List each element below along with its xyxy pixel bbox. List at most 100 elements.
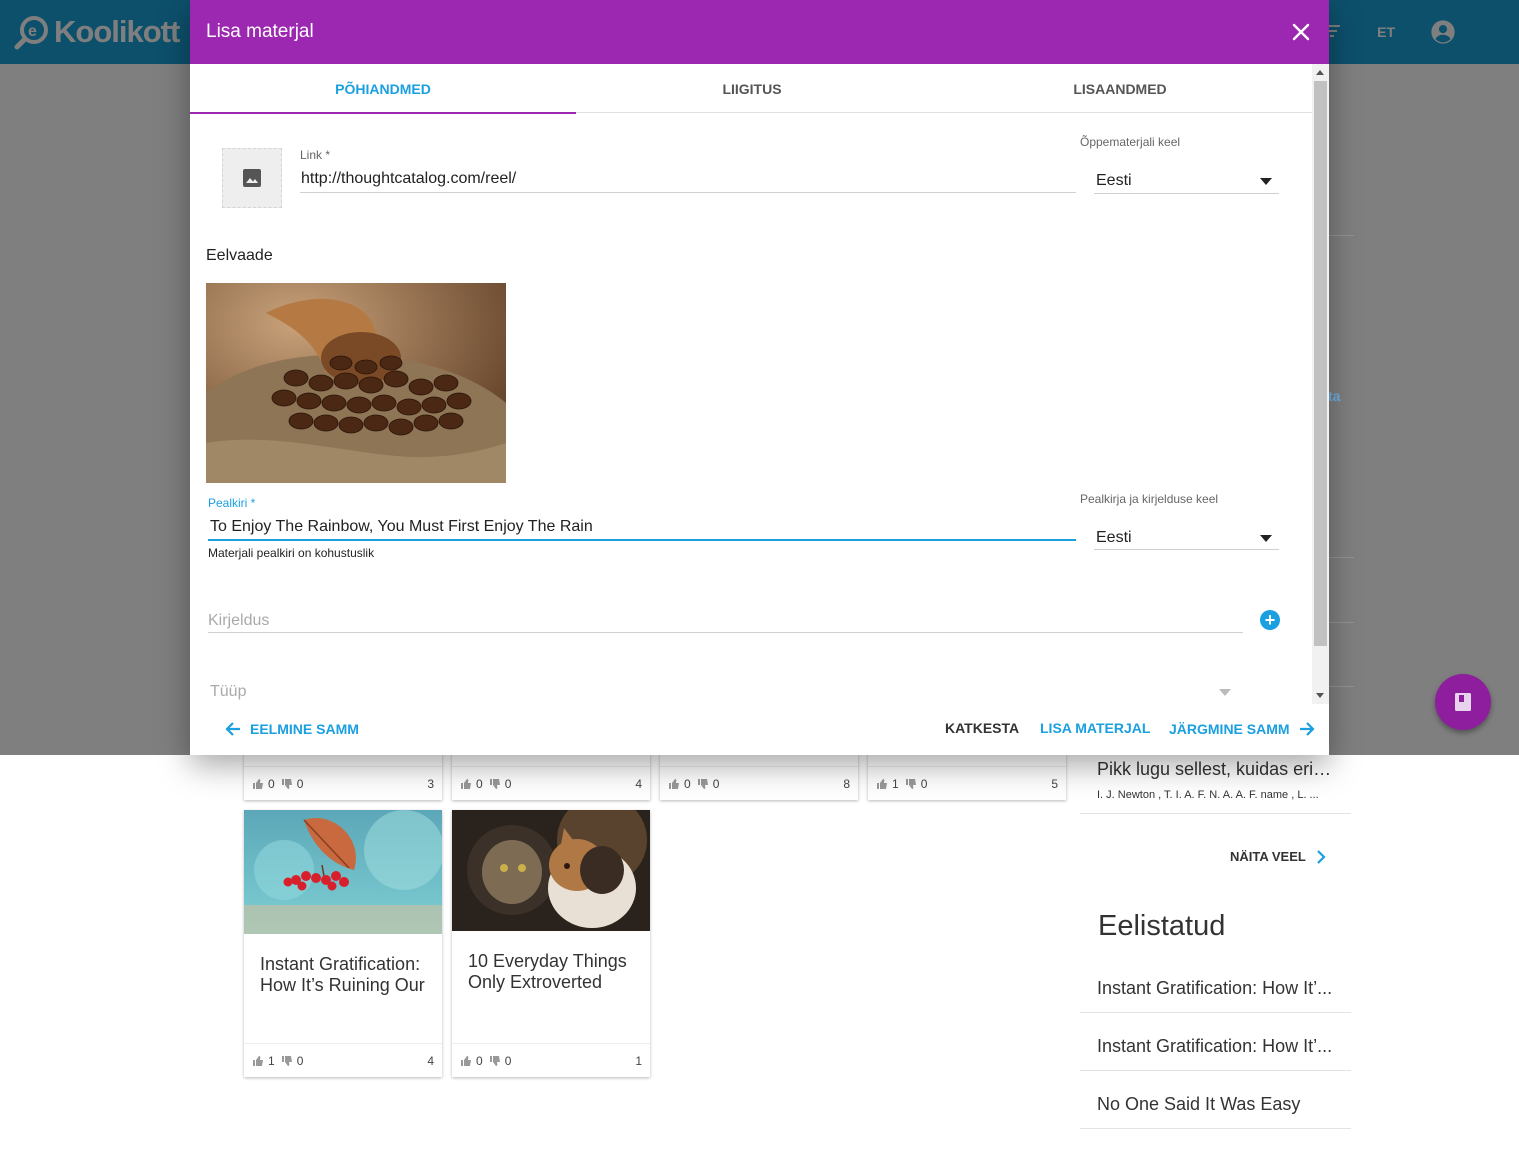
chevron-right-icon bbox=[1317, 849, 1326, 864]
background-divider bbox=[1328, 686, 1354, 687]
thumb-up-icon bbox=[461, 1055, 471, 1066]
thumb-up-icon bbox=[253, 778, 263, 789]
thumbnail-upload[interactable] bbox=[222, 148, 282, 208]
add-material-label: LISA MATERJAL bbox=[1040, 720, 1151, 736]
cancel-button[interactable]: KATKESTA bbox=[945, 720, 1019, 736]
favorite-item-title: No One Said It Was Easy bbox=[1097, 1094, 1301, 1114]
next-step-button[interactable]: JÄRGMINE SAMM bbox=[1169, 720, 1316, 738]
scroll-down-arrow[interactable] bbox=[1316, 693, 1324, 698]
background-divider bbox=[1328, 235, 1354, 236]
thumb-up-icon bbox=[253, 1055, 263, 1066]
dislike-count[interactable]: 0 bbox=[489, 777, 511, 791]
scroll-thumb[interactable] bbox=[1314, 81, 1327, 646]
thumb-down-icon bbox=[489, 1055, 500, 1066]
card-thumbnail-cat bbox=[452, 810, 650, 931]
add-description-language-button[interactable]: + bbox=[1260, 610, 1280, 630]
material-card[interactable]: 10 Everyday Things Only Extroverted 0 0 … bbox=[452, 810, 650, 1077]
card-stats: 1 0 4 bbox=[244, 1043, 442, 1077]
thumb-down-icon bbox=[281, 778, 292, 789]
dislike-count[interactable]: 0 bbox=[281, 777, 303, 791]
like-count[interactable]: 0 bbox=[668, 777, 691, 791]
card-title[interactable]: 10 Everyday Things Only Extroverted bbox=[452, 931, 650, 1039]
view-count: 4 bbox=[630, 777, 642, 791]
thumb-down-icon bbox=[905, 778, 916, 789]
link-underline bbox=[300, 192, 1076, 193]
thumb-down-icon bbox=[697, 778, 708, 789]
preview-image-coffee-beans bbox=[206, 283, 506, 483]
title-language-dropdown-icon[interactable] bbox=[1260, 535, 1272, 542]
tab-pohiandmed[interactable]: PÕHIANDMED bbox=[190, 64, 576, 114]
dislike-count[interactable]: 0 bbox=[905, 777, 927, 791]
thumb-up-icon bbox=[461, 778, 471, 789]
favorite-item-title: Instant Gratification: How It’... bbox=[1097, 1036, 1333, 1056]
description-underline bbox=[208, 632, 1243, 633]
favorite-item[interactable]: Instant Gratification: How It’... bbox=[1080, 1036, 1351, 1071]
material-language-label: Õppematerjali keel bbox=[1080, 135, 1181, 149]
description-input[interactable]: Kirjeldus bbox=[208, 612, 269, 630]
recent-material-item[interactable]: Pikk lugu sellest, kuidas erin... I. J. … bbox=[1080, 757, 1351, 814]
dislike-count[interactable]: 0 bbox=[697, 777, 719, 791]
arrow-right-icon bbox=[1299, 722, 1315, 736]
material-language-select[interactable]: Eesti bbox=[1096, 172, 1132, 190]
show-more-button[interactable]: NÄITA VEEL bbox=[1230, 849, 1326, 864]
view-count: 3 bbox=[422, 777, 434, 791]
image-icon bbox=[243, 169, 261, 187]
favorite-item[interactable]: No One Said It Was Easy bbox=[1080, 1094, 1351, 1129]
favorite-item[interactable]: Instant Gratification: How It’... bbox=[1080, 978, 1351, 1013]
card-title[interactable]: Instant Gratification: How It’s Ruining … bbox=[244, 934, 442, 1042]
material-card[interactable]: Instant Gratification: How It’s Ruining … bbox=[244, 810, 442, 1077]
dislike-count[interactable]: 0 bbox=[281, 1054, 303, 1068]
thumb-up-icon bbox=[877, 778, 887, 789]
show-more-label: NÄITA VEEL bbox=[1230, 849, 1306, 864]
like-count[interactable]: 0 bbox=[252, 777, 275, 791]
type-dropdown-icon[interactable] bbox=[1219, 689, 1231, 696]
dialog-header: Lisa materjal bbox=[190, 0, 1329, 64]
previous-step-label: EELMINE SAMM bbox=[250, 721, 359, 737]
card-stats: 1 0 5 bbox=[868, 766, 1066, 800]
add-material-fab[interactable] bbox=[1435, 674, 1491, 730]
type-select[interactable]: Tüüp bbox=[210, 683, 246, 701]
like-count[interactable]: 1 bbox=[252, 1054, 275, 1068]
background-divider bbox=[1328, 557, 1354, 558]
favorite-item-title: Instant Gratification: How It’... bbox=[1097, 978, 1333, 998]
card-stats: 0 0 4 bbox=[452, 766, 650, 800]
link-input[interactable]: http://thoughtcatalog.com/reel/ bbox=[301, 170, 516, 188]
thumb-up-icon bbox=[669, 778, 679, 789]
background-link-fragment: ta bbox=[1328, 388, 1341, 404]
tab-liigitus[interactable]: LIIGITUS bbox=[576, 64, 928, 113]
view-count: 5 bbox=[1046, 777, 1058, 791]
card-stats: 0 0 8 bbox=[660, 766, 858, 800]
close-icon[interactable] bbox=[1291, 22, 1311, 42]
view-count: 8 bbox=[838, 777, 850, 791]
scroll-up-arrow[interactable] bbox=[1316, 70, 1324, 75]
tab-lisaandmed[interactable]: LISAANDMED bbox=[928, 64, 1312, 113]
add-material-dialog: Lisa materjal PÕHIANDMED LIIGITUS LISAAN… bbox=[190, 0, 1329, 755]
like-count[interactable]: 0 bbox=[460, 1054, 483, 1068]
title-language-label: Pealkirja ja kirjelduse keel bbox=[1080, 492, 1219, 506]
recent-material-authors: I. J. Newton , T. I. A. F. N. A. A. F. n… bbox=[1097, 789, 1319, 801]
thumb-down-icon bbox=[281, 1055, 292, 1066]
material-language-dropdown-icon[interactable] bbox=[1260, 178, 1272, 185]
add-material-button[interactable]: LISA MATERJAL bbox=[1040, 720, 1150, 736]
card-stats: 0 0 1 bbox=[452, 1043, 650, 1077]
cancel-label: KATKESTA bbox=[945, 720, 1020, 736]
title-underline bbox=[208, 539, 1076, 541]
next-step-label: JÄRGMINE SAMM bbox=[1169, 721, 1290, 737]
previous-step-button[interactable]: EELMINE SAMM bbox=[224, 720, 359, 738]
like-count[interactable]: 1 bbox=[876, 777, 899, 791]
title-language-underline bbox=[1094, 549, 1279, 550]
title-input[interactable]: To Enjoy The Rainbow, You Must First Enj… bbox=[210, 518, 593, 536]
link-label: Link * bbox=[300, 148, 331, 162]
arrow-left-icon bbox=[225, 722, 240, 736]
dislike-count[interactable]: 0 bbox=[489, 1054, 511, 1068]
background-divider bbox=[1328, 622, 1354, 623]
like-count[interactable]: 0 bbox=[460, 777, 483, 791]
dialog-title: Lisa materjal bbox=[206, 21, 314, 42]
material-language-underline bbox=[1094, 193, 1279, 194]
title-required-hint: Materjali pealkiri on kohustuslik bbox=[208, 546, 375, 560]
favorites-heading: Eelistatud bbox=[1098, 910, 1226, 942]
dialog-scrollbar[interactable] bbox=[1312, 64, 1329, 704]
card-stats: 0 0 3 bbox=[244, 766, 442, 800]
title-language-select[interactable]: Eesti bbox=[1096, 529, 1132, 547]
recent-material-title: Pikk lugu sellest, kuidas erin... bbox=[1097, 759, 1337, 779]
